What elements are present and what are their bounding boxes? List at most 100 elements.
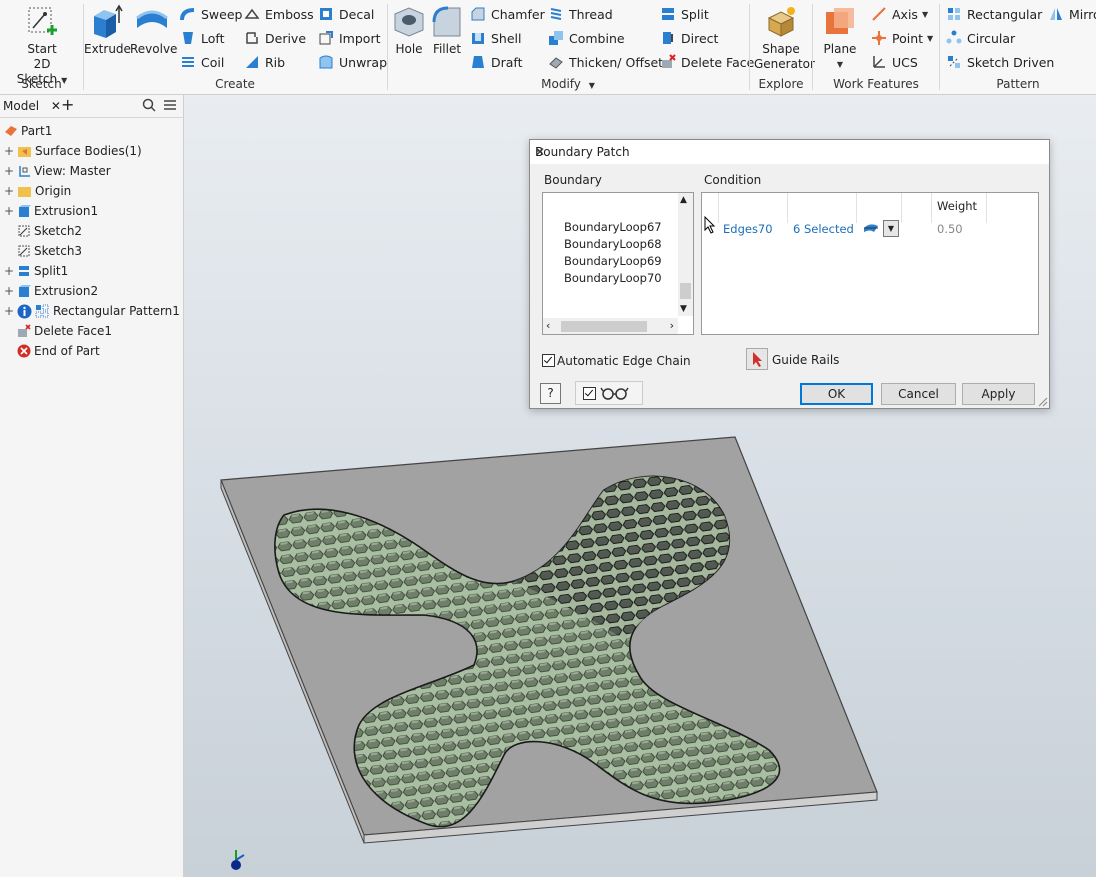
tree-item-split1[interactable]: + Split1: [4, 261, 68, 281]
shape-generator-button[interactable]: Shape Generator: [754, 4, 815, 72]
search-icon[interactable]: [142, 98, 156, 112]
hole-button[interactable]: Hole: [390, 4, 428, 57]
scrollbar-thumb[interactable]: [561, 321, 647, 332]
combine-icon: [549, 31, 563, 45]
expand-icon[interactable]: +: [4, 164, 14, 178]
plane-button[interactable]: Plane ▼: [817, 4, 863, 72]
menu-icon[interactable]: [163, 98, 177, 112]
tree-item-origin[interactable]: + Origin: [4, 181, 71, 201]
tree-item-extrusion1[interactable]: + Extrusion1: [4, 201, 98, 221]
tree-item-view-master[interactable]: + View: Master: [4, 161, 111, 181]
scrollbar-thumb[interactable]: [680, 283, 691, 299]
axis-button[interactable]: Axis ▼: [871, 4, 928, 24]
shell-button[interactable]: Shell: [470, 28, 522, 48]
chamfer-button[interactable]: Chamfer: [470, 4, 545, 24]
ok-button[interactable]: OK: [800, 383, 873, 405]
thicken-offset-button[interactable]: Thicken/ Offset: [548, 52, 663, 72]
expand-icon[interactable]: +: [4, 284, 14, 298]
tree-item-sketch3[interactable]: Sketch3: [17, 241, 82, 261]
draft-button[interactable]: Draft: [470, 52, 523, 72]
condition-type-icon[interactable]: [862, 220, 882, 236]
start-2d-sketch-button[interactable]: Start 2D Sketch ▼: [10, 4, 74, 88]
tree-item-label: Delete Face1: [34, 324, 113, 338]
ok-label: OK: [827, 387, 846, 401]
vertical-scrollbar[interactable]: ▲ ▼: [678, 193, 693, 316]
condition-dropdown[interactable]: ▼: [883, 220, 899, 237]
combine-button[interactable]: Combine: [548, 28, 625, 48]
tree-item-part1[interactable]: Part1: [4, 121, 52, 141]
fillet-button[interactable]: Fillet: [428, 4, 466, 57]
condition-label: Condition: [704, 173, 762, 187]
condition-table[interactable]: Weight Edges70 6 Selected ▼ 0.50: [701, 192, 1039, 335]
scroll-left-icon[interactable]: ‹: [546, 319, 550, 332]
delete-face-button[interactable]: Delete Face: [660, 52, 754, 72]
ucs-button[interactable]: UCS: [871, 52, 918, 72]
chevron-down-icon[interactable]: ▼: [817, 57, 863, 72]
expand-icon[interactable]: +: [4, 184, 14, 198]
dialog-title-bar[interactable]: Boundary Patch ✕: [530, 140, 1049, 164]
sketch-driven-label: Sketch Driven: [967, 54, 1055, 70]
loft-button[interactable]: Loft: [180, 28, 224, 48]
close-icon[interactable]: ✕: [535, 145, 1041, 159]
expand-icon[interactable]: +: [4, 304, 14, 318]
boundary-list[interactable]: BoundaryLoop67 BoundaryLoop68 BoundaryLo…: [542, 192, 694, 335]
column-divider: [856, 193, 857, 223]
expand-icon[interactable]: +: [4, 264, 14, 278]
guide-rails-button[interactable]: [746, 348, 768, 370]
emboss-button[interactable]: Emboss: [244, 4, 314, 24]
decal-label: Decal: [339, 6, 375, 22]
import-button[interactable]: Import: [318, 28, 381, 48]
import-icon: [319, 31, 333, 45]
chamfer-icon: [471, 7, 485, 21]
expand-icon[interactable]: +: [4, 144, 14, 158]
sweep-button[interactable]: Sweep: [180, 4, 242, 24]
help-button[interactable]: ?: [540, 383, 561, 404]
rib-icon: [246, 56, 258, 68]
tree-item-end-of-part[interactable]: End of Part: [17, 341, 100, 361]
horizontal-scrollbar[interactable]: ‹ ›: [543, 318, 678, 334]
list-item[interactable]: BoundaryLoop70: [564, 271, 662, 285]
point-button[interactable]: Point ▼: [871, 28, 933, 48]
close-icon[interactable]: ✕: [51, 99, 61, 113]
cancel-button[interactable]: Cancel: [881, 383, 956, 405]
scroll-down-icon[interactable]: ▼: [680, 304, 687, 314]
tree-item-delete-face1[interactable]: Delete Face1: [17, 321, 112, 341]
direct-button[interactable]: Direct: [660, 28, 718, 48]
list-item[interactable]: BoundaryLoop69: [564, 254, 662, 268]
revolve-button[interactable]: Revolve: [130, 4, 177, 57]
tree-item-extrusion2[interactable]: + Extrusion2: [4, 281, 98, 301]
derive-button[interactable]: Derive: [244, 28, 306, 48]
apply-button[interactable]: Apply: [962, 383, 1035, 405]
decal-button[interactable]: Decal: [318, 4, 374, 24]
glasses-icon[interactable]: [600, 386, 630, 400]
sketch-driven-pattern-button[interactable]: Sketch Driven: [946, 52, 1054, 72]
split-button[interactable]: Split: [660, 4, 709, 24]
preview-checkbox[interactable]: [583, 387, 596, 400]
weight-value[interactable]: 0.50: [937, 222, 963, 236]
list-item[interactable]: BoundaryLoop67: [564, 220, 662, 234]
expand-icon[interactable]: +: [4, 204, 14, 218]
selected-link[interactable]: 6 Selected: [793, 222, 854, 236]
tree-item-sketch2[interactable]: Sketch2: [17, 221, 82, 241]
modify-label: Modify: [541, 77, 581, 91]
edges-link[interactable]: Edges70: [723, 222, 773, 236]
list-item[interactable]: BoundaryLoop68: [564, 237, 662, 251]
scroll-up-icon[interactable]: ▲: [680, 195, 687, 205]
group-label-modify[interactable]: Modify ▼: [388, 77, 748, 91]
circular-pattern-button[interactable]: Circular: [946, 28, 1015, 48]
add-tab-icon[interactable]: +: [61, 97, 74, 113]
coil-button[interactable]: Coil: [180, 52, 224, 72]
rectangular-pattern-button[interactable]: Rectangular: [946, 4, 1042, 24]
cursor-arrow-icon: [753, 352, 762, 367]
extrude-button[interactable]: Extrude: [84, 4, 131, 57]
unwrap-button[interactable]: Unwrap: [318, 52, 387, 72]
auto-edge-chain-checkbox[interactable]: [542, 354, 555, 367]
resize-grip-icon[interactable]: [1038, 397, 1048, 407]
rib-button[interactable]: Rib: [244, 52, 285, 72]
tree-item-rectangular-pattern1[interactable]: + Rectangular Pattern1: [4, 301, 180, 321]
scroll-right-icon[interactable]: ›: [670, 319, 674, 332]
tree-item-surface-bodies[interactable]: + Surface Bodies(1): [4, 141, 142, 161]
mirror-button[interactable]: Mirro: [1048, 4, 1096, 24]
thread-button[interactable]: Thread: [548, 4, 613, 24]
tab-model[interactable]: Model ✕: [3, 99, 61, 113]
